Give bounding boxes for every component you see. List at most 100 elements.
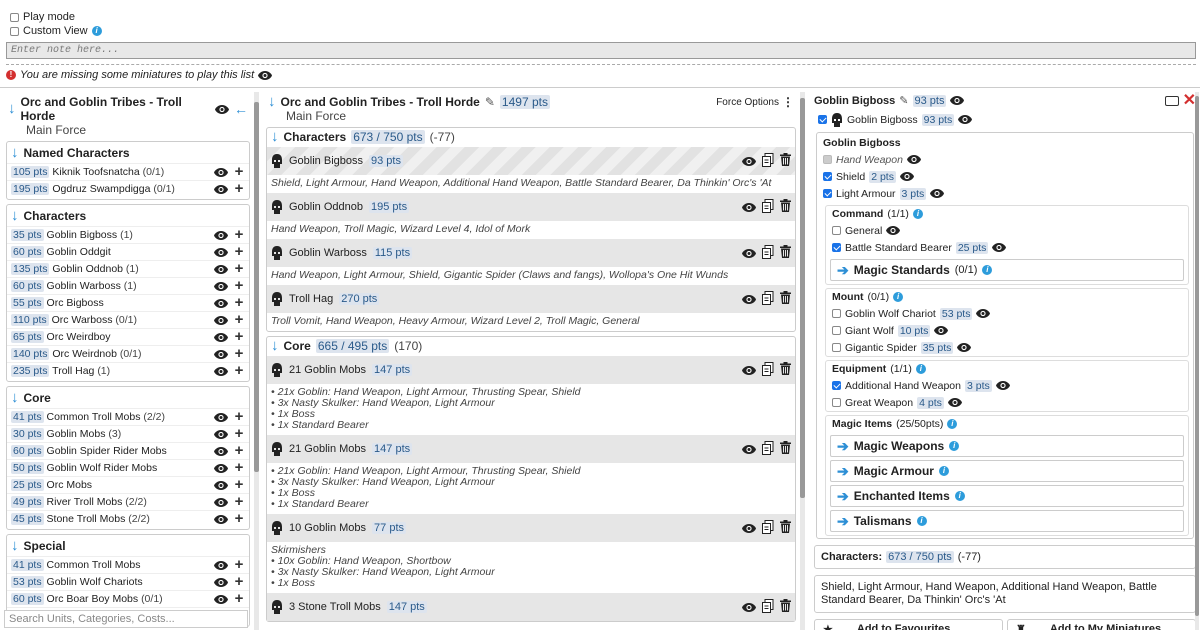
copy-icon[interactable] (762, 519, 774, 537)
plus-icon[interactable]: + (233, 477, 245, 492)
option-row[interactable]: Great Weapon 4 pts (826, 394, 1188, 411)
plus-icon[interactable]: + (233, 511, 245, 526)
info-icon[interactable]: i (893, 292, 904, 302)
list-item[interactable]: 45 pts Stone Troll Mobs (2/2) + (7, 510, 249, 527)
unit-row[interactable]: 21 Goblin Mobs 147 pts (267, 356, 795, 384)
arrow-down-icon[interactable]: ↓ (271, 129, 279, 144)
magic-link[interactable]: ➔ Magic Weapons i (830, 435, 1184, 457)
copy-icon[interactable] (762, 290, 774, 308)
arrow-down-icon[interactable]: ↓ (271, 338, 279, 353)
eye-icon[interactable] (995, 381, 1010, 390)
eye-icon[interactable] (214, 594, 228, 604)
copy-icon[interactable] (762, 152, 774, 170)
eye-icon[interactable] (742, 202, 756, 212)
option-checkbox[interactable] (832, 309, 841, 318)
category-header[interactable]: ↓ Core (7, 389, 249, 408)
eye-icon[interactable] (214, 446, 228, 456)
option-checkbox[interactable] (832, 226, 841, 235)
eye-icon[interactable] (214, 480, 228, 490)
eye-icon[interactable] (214, 577, 228, 587)
plus-icon[interactable]: + (233, 409, 245, 424)
list-item[interactable]: 60 pts Goblin Oddgit + (7, 243, 249, 260)
plus-icon[interactable]: + (233, 443, 245, 458)
option-checkbox[interactable] (832, 381, 841, 390)
eye-icon[interactable] (214, 514, 228, 524)
eye-icon[interactable] (214, 463, 228, 473)
close-icon[interactable]: ✕ (1183, 92, 1196, 108)
category-header[interactable]: ↓ Named Characters (7, 144, 249, 163)
trash-icon[interactable] (780, 520, 791, 536)
eye-icon[interactable] (950, 96, 965, 105)
arrow-down-icon[interactable]: ↓ (268, 94, 276, 109)
plus-icon[interactable]: + (233, 164, 245, 179)
option-checkbox[interactable] (823, 172, 832, 181)
trash-icon[interactable] (780, 599, 791, 615)
info-icon[interactable]: i (916, 516, 927, 526)
plus-icon[interactable]: + (233, 227, 245, 242)
trash-icon[interactable] (780, 362, 791, 378)
eye-icon[interactable] (742, 602, 756, 612)
plus-icon[interactable]: + (233, 460, 245, 475)
copy-icon[interactable] (762, 361, 774, 379)
list-item[interactable]: 140 pts Orc Weirdnob (0/1) + (7, 345, 249, 362)
category-header[interactable]: ↓ Special (7, 537, 249, 556)
copy-icon[interactable] (762, 244, 774, 262)
list-item[interactable]: 50 pts Goblin Wolf Rider Mobs + (7, 459, 249, 476)
option-row[interactable]: Shield 2 pts (817, 168, 1193, 185)
arrow-left-icon[interactable]: ← (234, 101, 248, 117)
eye-icon[interactable] (214, 281, 228, 291)
list-item[interactable]: 55 pts Orc Bigboss + (7, 294, 249, 311)
eye-icon[interactable] (947, 398, 962, 407)
play-mode-row[interactable]: Play mode (10, 10, 75, 24)
copy-icon[interactable] (762, 598, 774, 616)
notes-icon[interactable] (1164, 95, 1179, 106)
plus-icon[interactable]: + (233, 426, 245, 441)
info-icon[interactable]: i (949, 441, 960, 451)
option-checkbox[interactable] (832, 326, 841, 335)
plus-icon[interactable]: + (233, 591, 245, 606)
section-header[interactable]: ↓ Core 665 / 495 pts (170) (267, 337, 795, 356)
arrow-down-icon[interactable]: ↓ (11, 538, 19, 553)
pencil-icon[interactable]: ✎ (899, 94, 908, 107)
eye-icon[interactable] (958, 115, 973, 124)
plus-icon[interactable]: + (233, 329, 245, 344)
info-icon[interactable]: i (938, 466, 949, 476)
copy-icon[interactable] (762, 440, 774, 458)
list-item[interactable]: 60 pts Orc Boar Boy Mobs (0/1) + (7, 590, 249, 607)
eye-icon[interactable] (886, 226, 901, 235)
search-input[interactable]: Search Units, Categories, Costs... (4, 610, 248, 628)
plus-icon[interactable]: + (233, 346, 245, 361)
list-item[interactable]: 60 pts Goblin Warboss (1) + (7, 277, 249, 294)
eye-icon[interactable] (214, 247, 228, 257)
unit-row[interactable]: Troll Hag 270 pts (267, 285, 795, 313)
eye-icon[interactable] (214, 264, 228, 274)
eye-icon[interactable] (930, 189, 945, 198)
list-item[interactable]: 195 pts Ogdruz Swampdigga (0/1) + (7, 180, 249, 197)
unit-row[interactable]: 3 Stone Troll Mobs 147 pts (267, 593, 795, 621)
plus-icon[interactable]: + (233, 312, 245, 327)
eye-icon[interactable] (906, 155, 921, 164)
unit-row[interactable]: Goblin Oddnob 195 pts (267, 193, 795, 221)
eye-icon[interactable] (214, 315, 228, 325)
option-row[interactable]: Gigantic Spider 35 pts (826, 339, 1188, 356)
option-checkbox[interactable] (832, 243, 841, 252)
eye-icon[interactable] (214, 184, 228, 194)
unit-row[interactable]: 21 Goblin Mobs 147 pts (267, 435, 795, 463)
eye-icon[interactable] (214, 366, 228, 376)
trash-icon[interactable] (780, 153, 791, 169)
list-item[interactable]: 235 pts Troll Hag (1) + (7, 362, 249, 379)
scrollbar[interactable] (800, 92, 805, 630)
list-item[interactable]: 60 pts Goblin Spider Rider Mobs + (7, 442, 249, 459)
eye-icon[interactable] (742, 248, 756, 258)
list-item[interactable]: 65 pts Orc Weirdboy + (7, 328, 249, 345)
info-icon[interactable]: i (915, 364, 926, 374)
arrow-down-icon[interactable]: ↓ (8, 101, 16, 116)
add-to-miniatures-button[interactable]: ♜ Add to My Miniatures (1007, 619, 1196, 630)
option-checkbox[interactable] (832, 398, 841, 407)
list-item[interactable]: 49 pts River Troll Mobs (2/2) + (7, 493, 249, 510)
unit-row[interactable]: Goblin Warboss 115 pts (267, 239, 795, 267)
eye-icon[interactable] (899, 172, 914, 181)
option-checkbox[interactable] (823, 189, 832, 198)
plus-icon[interactable]: + (233, 261, 245, 276)
list-item[interactable]: 105 pts Kiknik Toofsnatcha (0/1) + (7, 163, 249, 180)
